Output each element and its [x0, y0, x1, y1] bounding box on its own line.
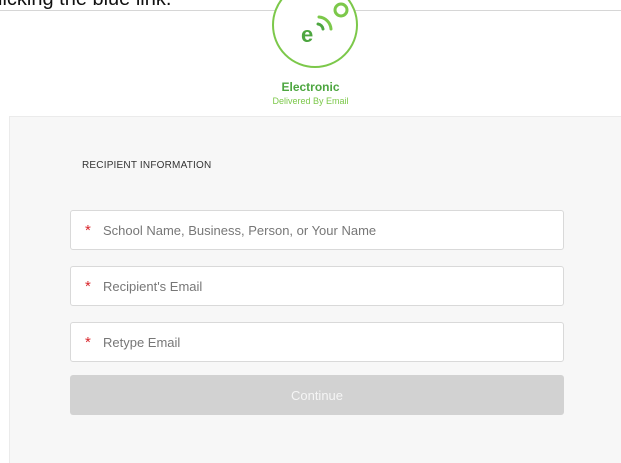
retype-email-field[interactable]: *: [70, 322, 564, 362]
recipient-email-input[interactable]: [99, 267, 563, 305]
recipient-name-field[interactable]: *: [70, 210, 564, 250]
email-signal-icon: e: [272, 0, 358, 68]
continue-button[interactable]: Continue: [70, 375, 564, 415]
retype-email-input[interactable]: [99, 323, 563, 361]
section-title: RECIPIENT INFORMATION: [82, 160, 212, 171]
delivery-method-subtitle: Delivered By Email: [272, 96, 349, 106]
svg-text:e: e: [301, 22, 313, 47]
required-asterisk-icon: *: [85, 333, 91, 351]
required-asterisk-icon: *: [85, 277, 91, 295]
recipient-email-field[interactable]: *: [70, 266, 564, 306]
recipient-name-input[interactable]: [99, 211, 563, 249]
required-asterisk-icon: *: [85, 221, 91, 239]
delivery-method-title: Electronic: [281, 80, 340, 94]
